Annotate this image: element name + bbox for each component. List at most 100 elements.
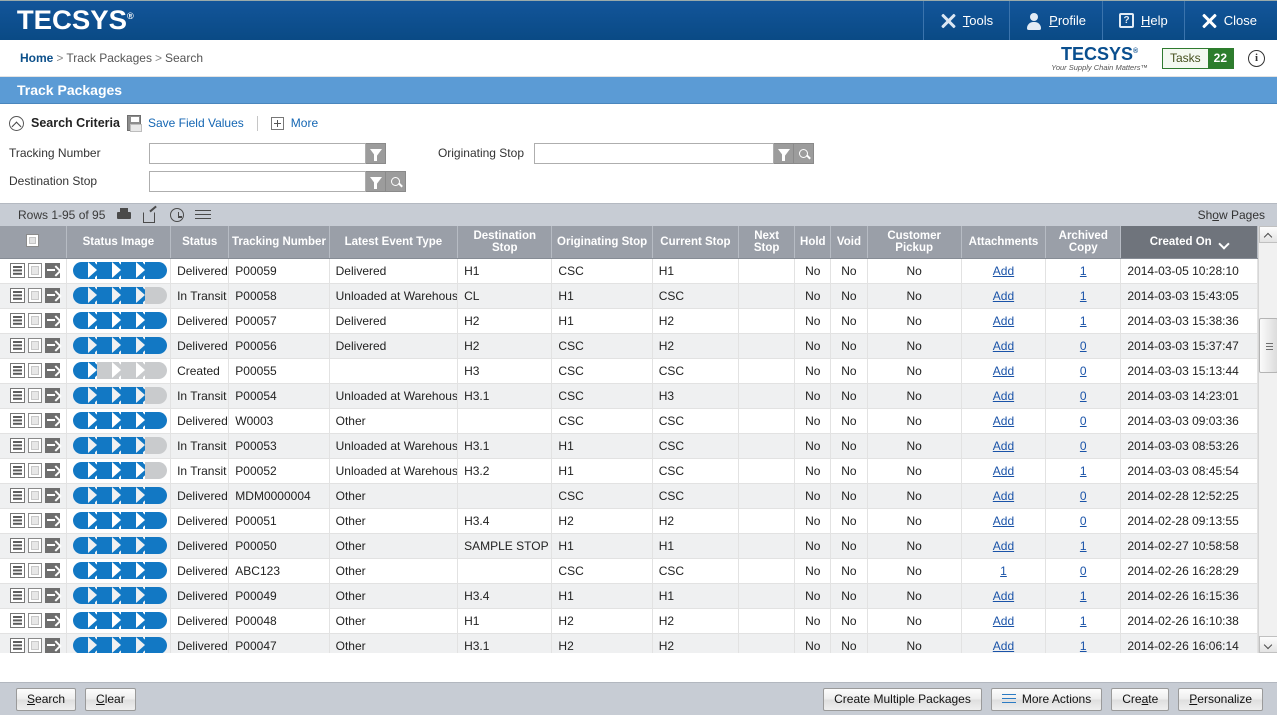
row-menu-icon[interactable]	[10, 413, 25, 428]
cell-archived-copy[interactable]: 1	[1045, 608, 1122, 634]
attachments-link[interactable]: Add	[993, 514, 1014, 528]
cell-attachments[interactable]: Add	[961, 258, 1047, 284]
row-select-checkbox[interactable]	[27, 538, 43, 553]
more-link[interactable]: More	[291, 116, 318, 130]
print-icon[interactable]	[116, 207, 132, 223]
cell-attachments[interactable]: Add	[961, 608, 1047, 634]
row-open-arrow-icon[interactable]	[45, 288, 60, 303]
row-menu-icon[interactable]	[10, 388, 25, 403]
attachments-link[interactable]: Add	[993, 589, 1014, 603]
attachments-link[interactable]: Add	[993, 289, 1014, 303]
row-select-checkbox[interactable]	[27, 463, 43, 478]
row-select-checkbox[interactable]	[27, 563, 43, 578]
row-select-checkbox[interactable]	[27, 263, 43, 278]
attachments-link[interactable]: Add	[993, 264, 1014, 278]
row-open-arrow-icon[interactable]	[45, 338, 60, 353]
table-row[interactable]: Delivered P00048 Other H1 H2 H2 No No No Add 1 2014…	[0, 608, 1258, 634]
header-next-stop[interactable]: Next Stop	[738, 226, 796, 259]
archived-copy-link[interactable]: 0	[1080, 564, 1087, 578]
row-menu-icon[interactable]	[10, 263, 25, 278]
row-select-checkbox[interactable]	[27, 438, 43, 453]
cell-attachments[interactable]: Add	[961, 483, 1047, 509]
archived-copy-link[interactable]: 1	[1080, 264, 1087, 278]
grid-vertical-scrollbar[interactable]	[1258, 226, 1277, 653]
destination-stop-filter-button[interactable]	[366, 170, 386, 192]
row-select-checkbox[interactable]	[27, 288, 43, 303]
search-button[interactable]: Search	[16, 687, 77, 711]
row-menu-icon[interactable]	[10, 488, 25, 503]
row-open-arrow-icon[interactable]	[45, 388, 60, 403]
archived-copy-link[interactable]: 1	[1080, 464, 1087, 478]
cell-attachments[interactable]: Add	[961, 283, 1047, 309]
archived-copy-link[interactable]: 0	[1080, 514, 1087, 528]
archived-copy-link[interactable]: 1	[1080, 289, 1087, 303]
tracking-number-filter-button[interactable]	[366, 142, 386, 164]
row-select-checkbox[interactable]	[27, 413, 43, 428]
originating-stop-input[interactable]	[534, 142, 774, 164]
cell-archived-copy[interactable]: 1	[1045, 583, 1122, 609]
cell-attachments[interactable]: Add	[961, 358, 1047, 384]
personalize-button[interactable]: Personalize	[1178, 687, 1263, 711]
archived-copy-link[interactable]: 0	[1080, 439, 1087, 453]
header-archived-copy[interactable]: Archived Copy	[1045, 226, 1122, 259]
row-open-arrow-icon[interactable]	[45, 638, 60, 653]
cell-attachments[interactable]: Add	[961, 633, 1047, 653]
header-tracking-number[interactable]: Tracking Number	[228, 226, 330, 259]
header-latest-event-type[interactable]: Latest Event Type	[329, 226, 459, 259]
cell-archived-copy[interactable]: 1	[1045, 633, 1122, 653]
header-status-image[interactable]: Status Image	[66, 226, 172, 259]
row-select-checkbox[interactable]	[27, 513, 43, 528]
table-row[interactable]: Delivered P00050 Other SAMPLE STOP H1 H1 No No N…	[0, 533, 1258, 559]
create-multiple-packages-button[interactable]: Create Multiple Packages	[823, 687, 982, 711]
row-select-checkbox[interactable]	[27, 363, 43, 378]
table-row[interactable]: In Transit P00058 Unloaded at Warehouse CL H…	[0, 283, 1258, 309]
archived-copy-link[interactable]: 1	[1080, 614, 1087, 628]
attachments-link[interactable]: Add	[993, 489, 1014, 503]
scroll-down-button[interactable]	[1259, 636, 1277, 653]
row-open-arrow-icon[interactable]	[45, 513, 60, 528]
cell-archived-copy[interactable]: 1	[1045, 533, 1122, 559]
attachments-link[interactable]: Add	[993, 389, 1014, 403]
attachments-link[interactable]: Add	[993, 339, 1014, 353]
originating-stop-filter-button[interactable]	[774, 142, 794, 164]
cell-archived-copy[interactable]: 0	[1045, 383, 1122, 409]
save-field-values-link[interactable]: Save Field Values	[148, 116, 244, 130]
row-select-checkbox[interactable]	[27, 613, 43, 628]
row-menu-icon[interactable]	[10, 563, 25, 578]
cell-attachments[interactable]: Add	[961, 458, 1047, 484]
close-button[interactable]: Close	[1183, 1, 1277, 40]
row-open-arrow-icon[interactable]	[45, 313, 60, 328]
select-all-header[interactable]	[0, 226, 67, 259]
row-menu-icon[interactable]	[10, 363, 25, 378]
collapse-chevron-icon[interactable]	[9, 115, 24, 131]
row-open-arrow-icon[interactable]	[45, 438, 60, 453]
table-row[interactable]: In Transit P00054 Unloaded at Warehouse H3.…	[0, 383, 1258, 409]
row-menu-icon[interactable]	[10, 638, 25, 653]
cell-attachments[interactable]: Add	[961, 533, 1047, 559]
originating-stop-lookup-button[interactable]	[794, 142, 814, 164]
breadcrumb-home-link[interactable]: Home	[20, 51, 53, 65]
archived-copy-link[interactable]: 1	[1080, 589, 1087, 603]
profile-menu-button[interactable]: Profile	[1009, 1, 1102, 40]
cell-archived-copy[interactable]: 0	[1045, 333, 1122, 359]
row-select-checkbox[interactable]	[27, 488, 43, 503]
attachments-link[interactable]: 1	[1000, 564, 1007, 578]
row-menu-icon[interactable]	[10, 613, 25, 628]
attachments-link[interactable]: Add	[993, 414, 1014, 428]
table-row[interactable]: In Transit P00052 Unloaded at Warehouse H3.…	[0, 458, 1258, 484]
row-open-arrow-icon[interactable]	[45, 613, 60, 628]
archived-copy-link[interactable]: 0	[1080, 389, 1087, 403]
attachments-link[interactable]: Add	[993, 364, 1014, 378]
info-icon[interactable]: i	[1248, 49, 1265, 67]
archived-copy-link[interactable]: 0	[1080, 414, 1087, 428]
archived-copy-link[interactable]: 0	[1080, 489, 1087, 503]
row-select-checkbox[interactable]	[27, 338, 43, 353]
more-actions-button[interactable]: More Actions	[990, 687, 1103, 711]
cell-archived-copy[interactable]: 1	[1045, 308, 1122, 334]
attachments-link[interactable]: Add	[993, 464, 1014, 478]
tasks-badge[interactable]: Tasks 22	[1161, 47, 1234, 69]
archived-copy-link[interactable]: 1	[1080, 314, 1087, 328]
header-hold[interactable]: Hold	[794, 226, 832, 259]
table-row[interactable]: Delivered P00051 Other H3.4 H2 H2 No No No Add 0 20…	[0, 508, 1258, 534]
row-open-arrow-icon[interactable]	[45, 463, 60, 478]
